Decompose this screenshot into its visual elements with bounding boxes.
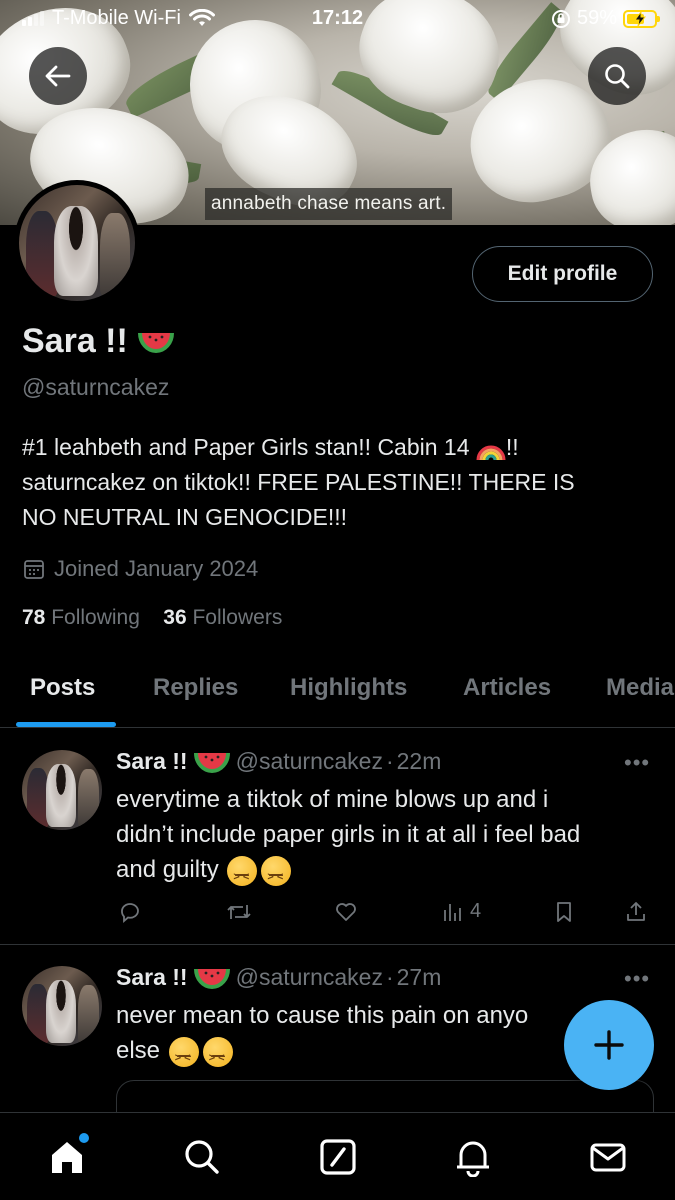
post-text-line: and guilty [116,856,219,883]
followers-count: 36 [163,606,187,629]
post-text-line: else [116,1037,161,1064]
followers-label: Followers [192,606,283,629]
reply-button[interactable] [118,900,142,924]
nav-home[interactable] [45,1133,89,1179]
post-avatar[interactable] [22,750,102,830]
new-content-dot [79,1133,89,1143]
following-link[interactable]: 78 Following [22,606,140,629]
watermelon-emoji-icon [193,968,230,989]
profile-handle: @saturncakez [22,374,170,400]
share-button[interactable] [624,900,648,924]
active-tab-indicator [16,722,116,727]
post-divider [0,944,675,945]
banner-caption: annabeth chase means art. [205,188,453,220]
profile-bio: #1 leahbeth and Paper Girls stan!! Cabin… [22,430,652,535]
profile-name-row: Sara !! [22,322,174,361]
bio-text: #1 leahbeth and Paper Girls stan!! Cabin… [22,434,470,460]
following-count: 78 [22,606,46,629]
repost-button[interactable] [226,900,252,924]
views-count: 4 [470,900,482,922]
nav-notifications[interactable] [451,1135,495,1179]
share-icon [627,902,645,921]
post-author-name[interactable]: Sara !! [116,964,188,991]
profile-tabs: Posts Replies Highlights Articles Media [0,660,675,728]
tab-articles[interactable]: Articles [463,674,551,702]
bottom-navigation [0,1112,675,1200]
post-more-button[interactable]: ••• [624,750,650,776]
battery-charging-icon [623,9,660,28]
home-icon [52,1142,82,1173]
post-author-handle[interactable]: @saturncakez [236,964,383,991]
post-header: Sara !! @saturncakez · 22m [116,748,441,775]
bio-text: saturncakez on tiktok!! FREE PALESTINE!!… [22,469,575,495]
post-text-line: didn’t include paper girls in it at all … [116,821,581,848]
nav-messages[interactable] [586,1135,630,1179]
post-timestamp[interactable]: 22m [397,748,442,775]
tab-posts[interactable]: Posts [30,674,95,702]
repost-icon [227,905,251,919]
messages-icon [590,1143,626,1172]
compose-post-button[interactable] [564,1000,654,1090]
post-more-button[interactable]: ••• [624,966,650,992]
tab-media[interactable]: Media [606,674,674,702]
watermelon-emoji-icon [137,332,174,353]
status-bar: T-Mobile Wi-Fi 17:12 59% [0,0,675,40]
post-separator: · [385,748,394,774]
plus-icon [594,1030,624,1060]
edit-profile-button[interactable]: Edit profile [472,246,653,302]
nav-grok[interactable] [316,1135,360,1179]
joined-date: Joined January 2024 [22,556,258,582]
post-actions: 4 [116,900,656,928]
post-separator: · [385,964,394,990]
orientation-lock-icon [551,9,570,28]
post-author-name[interactable]: Sara !! [116,748,188,775]
grok-icon [320,1139,356,1175]
bio-text: !! [505,434,519,460]
post-text-line: everytime a tiktok of mine blows up and … [116,786,549,813]
calendar-icon [24,560,44,579]
post-text: everytime a tiktok of mine blows up and … [116,782,656,895]
search-button[interactable] [588,47,646,105]
heart-icon [336,903,356,921]
profile-name: Sara !! [22,322,128,360]
search-icon [185,1140,219,1174]
rainbow-emoji-icon [476,445,506,461]
views-icon [444,903,461,921]
post-text-line: never mean to cause this pain on anyo [116,1002,529,1029]
post-author-handle[interactable]: @saturncakez [236,748,383,775]
confounded-face-emoji-icon [168,1036,199,1076]
nav-explore[interactable] [180,1135,224,1179]
like-button[interactable] [334,900,358,924]
battery-percent: 59% [576,7,617,29]
bookmark-button[interactable] [553,900,575,924]
confounded-face-emoji-icon [202,1036,233,1076]
tab-replies[interactable]: Replies [153,674,238,702]
followers-link[interactable]: 36 Followers [163,606,282,629]
post-timestamp[interactable]: 27m [397,964,442,991]
follow-stats: 78 Following 36 Followers [22,606,282,630]
confounded-face-emoji-icon [261,855,292,895]
notifications-icon [457,1141,489,1177]
post-avatar[interactable] [22,966,102,1046]
following-label: Following [51,606,140,629]
views-button[interactable]: 4 [442,900,481,923]
joined-text: Joined January 2024 [54,556,259,581]
reply-icon [121,903,139,923]
post-header: Sara !! @saturncakez · 27m [116,964,441,991]
back-button[interactable] [29,47,87,105]
watermelon-emoji-icon [193,752,230,773]
confounded-face-emoji-icon [227,855,258,895]
back-arrow-icon [45,65,71,87]
search-icon [605,64,630,89]
bio-text: NO NEUTRAL IN GENOCIDE!!! [22,504,348,530]
tab-highlights[interactable]: Highlights [290,674,407,702]
profile-avatar[interactable] [14,180,140,306]
bookmark-icon [557,902,571,922]
